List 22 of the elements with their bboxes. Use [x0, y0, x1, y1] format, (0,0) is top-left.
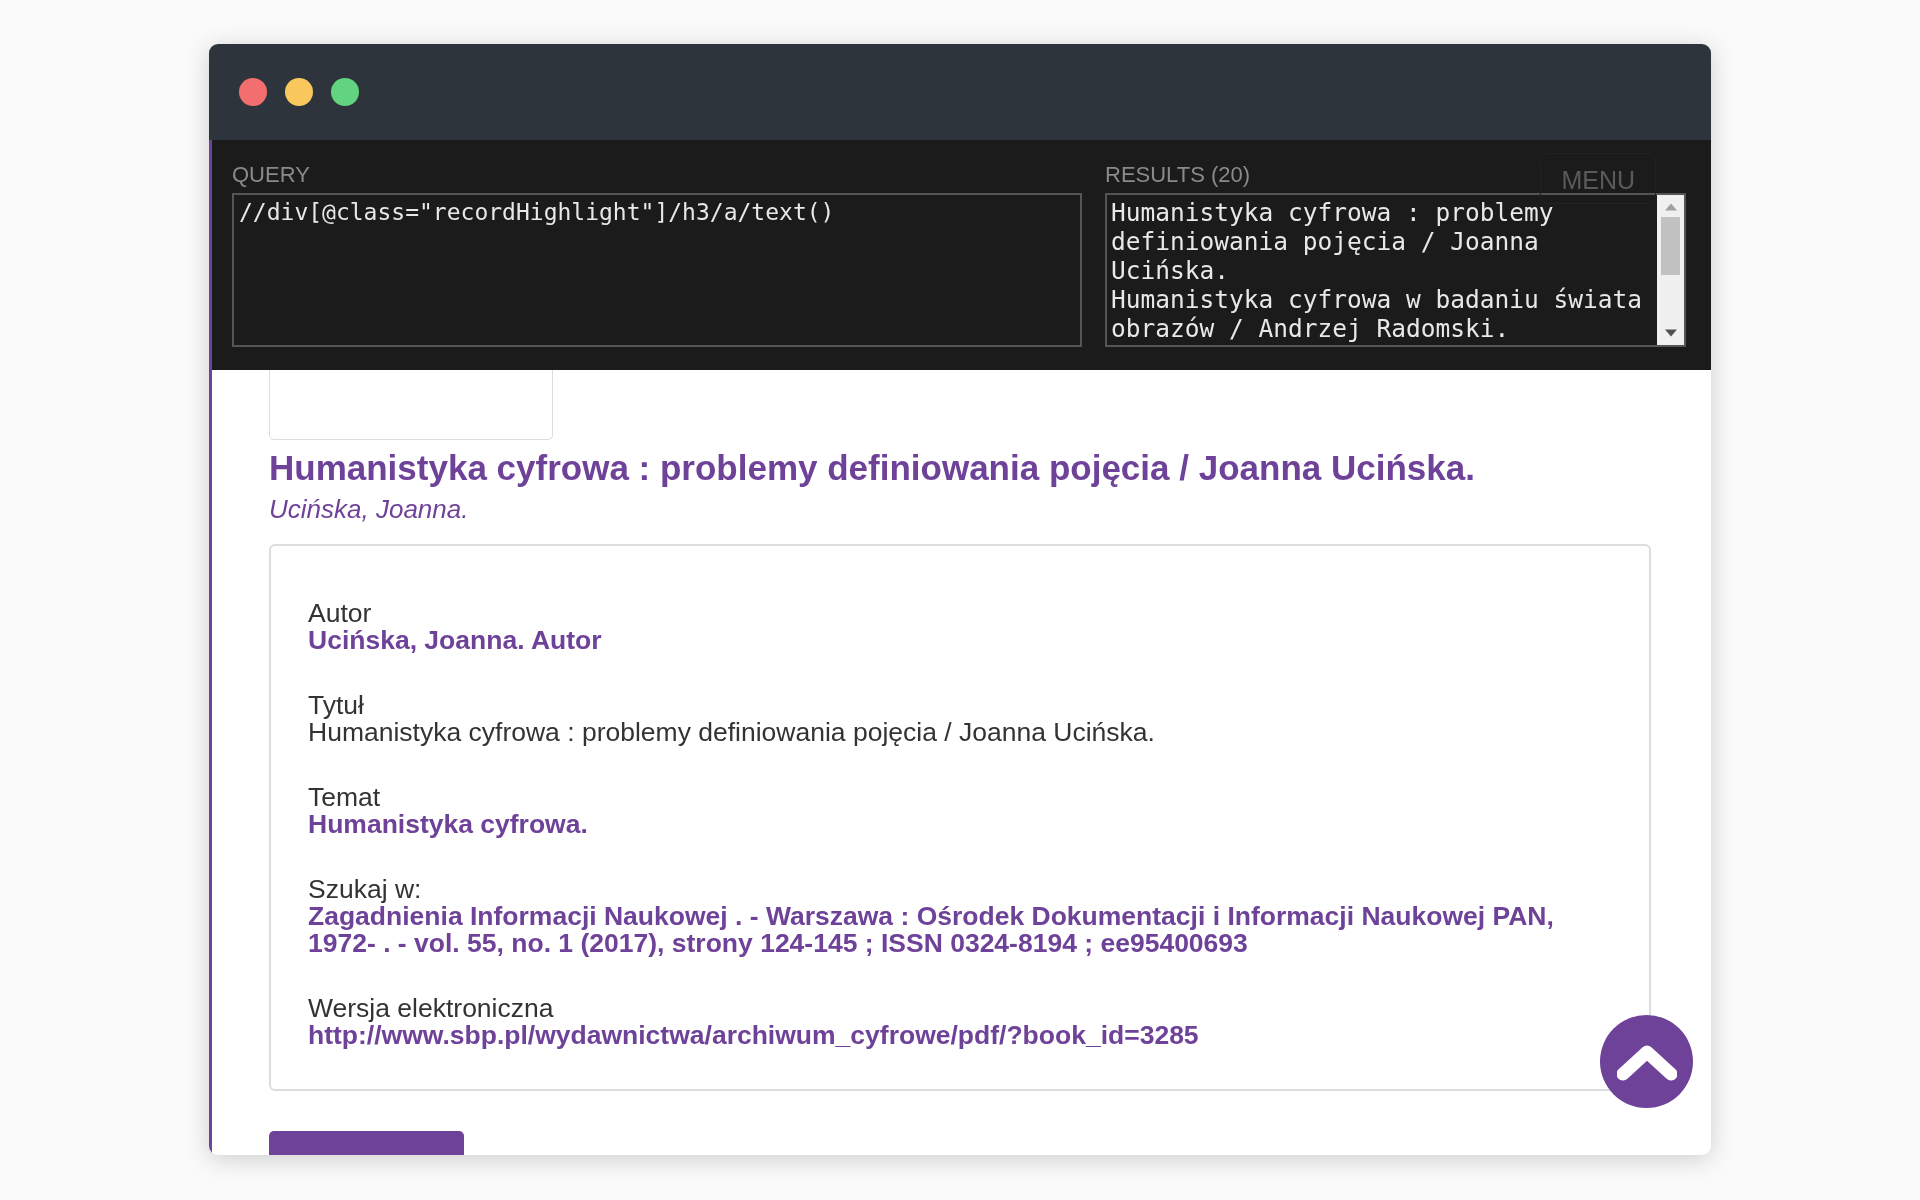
record-title[interactable]: Humanistyka cyfrowa : problemy definiowania pojęcia / Joanna Ucińska. — [269, 446, 1651, 490]
results-label: RESULTS (20) — [1105, 161, 1251, 189]
record-author: Ucińska, Joanna. — [269, 493, 470, 526]
field-link[interactable]: Humanistyka cyfrowa. — [308, 811, 588, 838]
scrollbar[interactable] — [1657, 195, 1684, 345]
field-label: Temat — [308, 784, 381, 811]
window-control[interactable] — [285, 78, 313, 106]
field-label: Autor — [308, 600, 372, 627]
scroll-down-icon[interactable] — [1664, 329, 1677, 337]
query-label: QUERY — [232, 161, 310, 189]
query-field[interactable]: //div[@class="recordHighlight"]/h3/a/text() — [232, 193, 1082, 347]
field-link[interactable]: Zagadnienia Informacji Naukowej . - Warszawa : Ośrodek Dokumentacji i Informacji Naukowej PAN, 1972- . - vol. 55, no. 1 (2017), strony 124-145 ; ISSN 0324-8194 ; ee95400693 — [308, 903, 1609, 957]
field-value: Humanistyka cyfrowa : problemy definiowania pojęcia / Joanna Ucińska. — [308, 719, 1155, 746]
results-field[interactable]: Humanistyka cyfrowa : problemy definiowania pojęcia / Joanna Ucińska. Humanistyka cyfrowa w badaniu świata obrazów / Andrzej Radomski. — [1105, 193, 1686, 347]
field-label: Szukaj w: — [308, 876, 422, 903]
result-text: Humanistyka cyfrowa w badaniu świata obrazów / Andrzej Radomski. — [1111, 285, 1643, 343]
window-control[interactable] — [239, 78, 267, 106]
field-link[interactable]: http://www.sbp.pl/wydawnictwa/archiwum_cyfrowe/pdf/?book_id=3285 — [308, 1022, 1199, 1049]
field-label: Tytuł — [308, 692, 364, 719]
field-label: Wersja elektroniczna — [308, 995, 554, 1022]
window-control[interactable] — [331, 78, 359, 106]
field-link[interactable]: Ucińska, Joanna. Autor — [308, 627, 602, 654]
